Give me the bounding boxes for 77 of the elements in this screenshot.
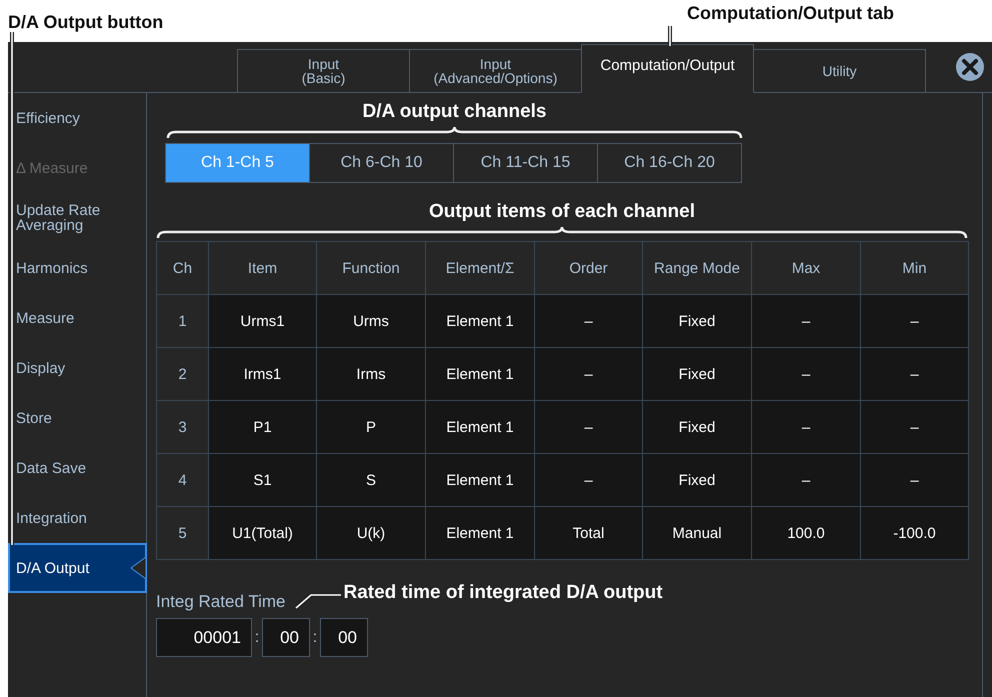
callout-text: D/A Output button: [8, 12, 164, 33]
column-header: Max: [752, 242, 860, 294]
menu-item[interactable]: Display: [8, 343, 146, 393]
callout-text: Rated time of integrated D/A output: [343, 582, 663, 604]
table-cell: –: [534, 400, 642, 454]
table-cell: 1: [156, 294, 208, 348]
table-cell: Urms1: [208, 294, 316, 348]
table-cell: Fixed: [642, 294, 752, 348]
menu-item[interactable]: Store: [8, 393, 146, 443]
menu-item[interactable]: Update Rate Averaging: [8, 193, 146, 243]
menu-item[interactable]: Data Save: [8, 443, 146, 493]
leader-line: [295, 593, 342, 610]
table-cell: –: [860, 400, 968, 454]
callout-text: Output items of each channel: [428, 201, 696, 223]
column-header: Element/Σ: [426, 242, 534, 294]
tab[interactable]: Computation/Output: [581, 44, 754, 93]
column-header: Ch: [156, 242, 208, 294]
tab[interactable]: Input (Basic): [237, 49, 410, 92]
table-cell: –: [534, 348, 642, 400]
table-cell: U(k): [316, 506, 426, 560]
table-cell: Irms1: [208, 348, 316, 400]
table-cell: -100.0: [860, 506, 968, 560]
table-cell: –: [752, 454, 860, 506]
tab[interactable]: Utility: [753, 49, 926, 92]
column-header: Item: [208, 242, 316, 294]
table-cell: –: [860, 348, 968, 400]
table-cell: –: [534, 454, 642, 506]
menu-item[interactable]: D/A Output: [8, 543, 147, 593]
table-cell: P1: [208, 400, 316, 454]
table-cell: P: [316, 400, 426, 454]
table-cell: Fixed: [642, 400, 752, 454]
input-field[interactable]: 00001: [156, 618, 252, 657]
column-header: Range Mode: [642, 242, 752, 294]
pointer-icon: [130, 557, 146, 579]
table-cell: Element 1: [426, 506, 534, 560]
column-header: Min: [860, 242, 968, 294]
table-cell: –: [752, 348, 860, 400]
callout-text: D/A output channels: [361, 101, 548, 123]
table-cell: Total: [534, 506, 642, 560]
table-cell: Element 1: [426, 294, 534, 348]
table-cell: 5: [156, 506, 208, 560]
channel-range-button[interactable]: Ch 6-Ch 10: [309, 143, 454, 183]
table-cell: Element 1: [426, 454, 534, 506]
menu-item[interactable]: Measure: [8, 293, 146, 343]
table-cell: 3: [156, 400, 208, 454]
channel-range-button[interactable]: Ch 11-Ch 15: [453, 143, 598, 183]
table-cell: 2: [156, 348, 208, 400]
callout-text: Computation/Output tab: [687, 3, 894, 24]
menu-item[interactable]: Efficiency: [8, 93, 146, 143]
table-cell: –: [860, 454, 968, 506]
table-cell: 4: [156, 454, 208, 506]
menu-item[interactable]: Integration: [8, 493, 146, 543]
table-cell: S: [316, 454, 426, 506]
separator-text: :: [312, 628, 318, 646]
input-field[interactable]: 00: [262, 618, 310, 657]
table-cell: Fixed: [642, 348, 752, 400]
column-header: Function: [316, 242, 426, 294]
table-cell: U1(Total): [208, 506, 316, 560]
table-cell: S1: [208, 454, 316, 506]
menu-item[interactable]: Harmonics: [8, 243, 146, 293]
table-cell: –: [752, 294, 860, 348]
table-cell: –: [860, 294, 968, 348]
table-cell: Manual: [642, 506, 752, 560]
table-cell: –: [752, 400, 860, 454]
table-cell: –: [534, 294, 642, 348]
table-cell: Urms: [316, 294, 426, 348]
table-cell: Element 1: [426, 348, 534, 400]
column-header: Order: [534, 242, 642, 294]
close-icon[interactable]: [956, 53, 984, 81]
field-label: Integ Rated Time: [156, 592, 286, 612]
input-field[interactable]: 00: [320, 618, 368, 657]
table-cell: Fixed: [642, 454, 752, 506]
separator-text: :: [254, 628, 260, 646]
table-cell: Irms: [316, 348, 426, 400]
table-cell: Element 1: [426, 400, 534, 454]
table-cell: 100.0: [752, 506, 860, 560]
channel-range-button[interactable]: Ch 16-Ch 20: [597, 143, 742, 183]
